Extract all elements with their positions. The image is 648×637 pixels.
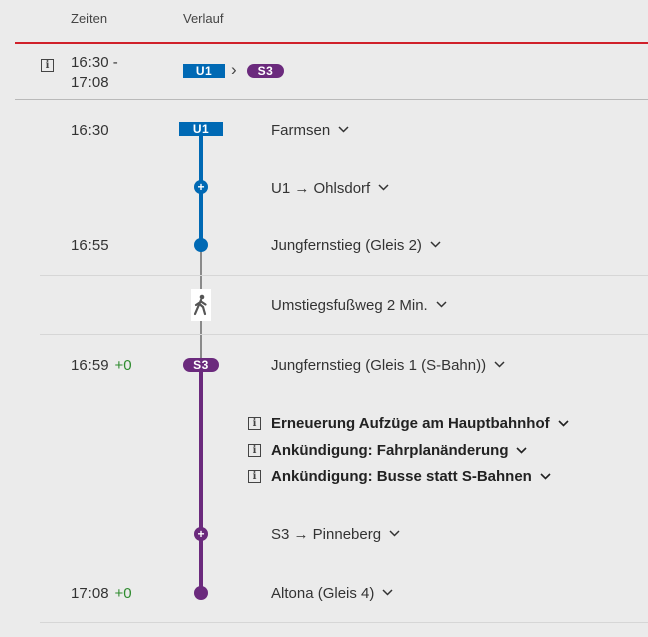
notice-item[interactable]: i Erneuerung Aufzüge am Hauptbahnhof bbox=[248, 415, 569, 432]
route-separator-icon: › bbox=[231, 60, 237, 79]
transfer-label: Umstiegsfußweg 2 Min. bbox=[271, 297, 428, 314]
delay-indicator: +0 bbox=[114, 585, 132, 602]
plus-icon[interactable]: + bbox=[194, 527, 208, 541]
column-header-times: Zeiten bbox=[71, 11, 108, 26]
stop-label: Farmsen bbox=[271, 122, 331, 139]
stop-label: Jungfernstieg (Gleis 1 (S-Bahn)) bbox=[271, 357, 487, 374]
stop-time: 17:08 bbox=[71, 585, 109, 602]
chevron-down-icon[interactable] bbox=[430, 241, 441, 248]
info-icon: i bbox=[248, 470, 261, 483]
chevron-down-icon[interactable] bbox=[378, 184, 389, 191]
transfer-walk-row[interactable]: Umstiegsfußweg 2 Min. bbox=[271, 297, 447, 314]
direction-row-u1[interactable]: U1 → Ohlsdorf bbox=[271, 180, 389, 197]
stop-marker bbox=[194, 238, 208, 252]
line-badge-u1: U1 bbox=[183, 64, 225, 78]
line-badge-u1: U1 bbox=[179, 122, 223, 136]
delay-indicator: +0 bbox=[114, 357, 132, 374]
stop-row-farmsen[interactable]: Farmsen bbox=[271, 122, 349, 139]
header-divider bbox=[15, 42, 648, 44]
s3-route-line bbox=[199, 364, 203, 592]
stop-label: Altona (Gleis 4) bbox=[271, 585, 375, 602]
chevron-down-icon[interactable] bbox=[436, 301, 447, 308]
walking-person-icon bbox=[191, 289, 211, 321]
info-icon[interactable]: i bbox=[41, 59, 54, 72]
info-icon: i bbox=[248, 417, 261, 430]
notice-label: Ankündigung: Busse statt S-Bahnen bbox=[271, 468, 532, 485]
chevron-down-icon[interactable] bbox=[558, 420, 569, 427]
direction-label: S3 → Pinneberg bbox=[271, 526, 382, 543]
stop-time-row: 17:08 +0 bbox=[71, 585, 132, 602]
notice-label: Erneuerung Aufzüge am Hauptbahnhof bbox=[271, 415, 550, 432]
notice-item[interactable]: i Ankündigung: Fahrplanänderung bbox=[248, 442, 528, 459]
row-divider bbox=[40, 622, 648, 623]
summary-divider bbox=[15, 99, 648, 100]
direction-label: U1 → Ohlsdorf bbox=[271, 180, 371, 197]
info-icon: i bbox=[248, 444, 261, 457]
stop-label: Jungfernstieg (Gleis 2) bbox=[271, 237, 422, 254]
direction-row-s3[interactable]: S3 → Pinneberg bbox=[271, 526, 400, 543]
row-divider bbox=[40, 334, 648, 335]
stop-row-jungfernstieg-1[interactable]: Jungfernstieg (Gleis 1 (S-Bahn)) bbox=[271, 357, 505, 374]
chevron-down-icon[interactable] bbox=[540, 473, 551, 480]
plus-icon[interactable]: + bbox=[194, 180, 208, 194]
stop-marker bbox=[194, 586, 208, 600]
chevron-down-icon[interactable] bbox=[382, 589, 393, 596]
chevron-down-icon[interactable] bbox=[494, 361, 505, 368]
summary-time-start: 16:30 - bbox=[71, 54, 118, 71]
stop-time: 16:55 bbox=[71, 237, 109, 254]
chevron-down-icon[interactable] bbox=[338, 126, 349, 133]
summary-time-end: 17:08 bbox=[71, 74, 109, 91]
line-badge-s3: S3 bbox=[247, 64, 284, 78]
chevron-down-icon[interactable] bbox=[389, 530, 400, 537]
stop-time-row: 16:59 +0 bbox=[71, 357, 132, 374]
stop-row-altona[interactable]: Altona (Gleis 4) bbox=[271, 585, 393, 602]
stop-time: 16:59 bbox=[71, 357, 109, 374]
line-badge-s3: S3 bbox=[183, 358, 219, 372]
notice-item[interactable]: i Ankündigung: Busse statt S-Bahnen bbox=[248, 468, 551, 485]
stop-row-jungfernstieg-2[interactable]: Jungfernstieg (Gleis 2) bbox=[271, 237, 441, 254]
chevron-down-icon[interactable] bbox=[516, 447, 528, 454]
column-header-route: Verlauf bbox=[183, 11, 224, 26]
row-divider bbox=[40, 275, 648, 276]
notice-label: Ankündigung: Fahrplanänderung bbox=[271, 442, 509, 459]
stop-time: 16:30 bbox=[71, 122, 109, 139]
